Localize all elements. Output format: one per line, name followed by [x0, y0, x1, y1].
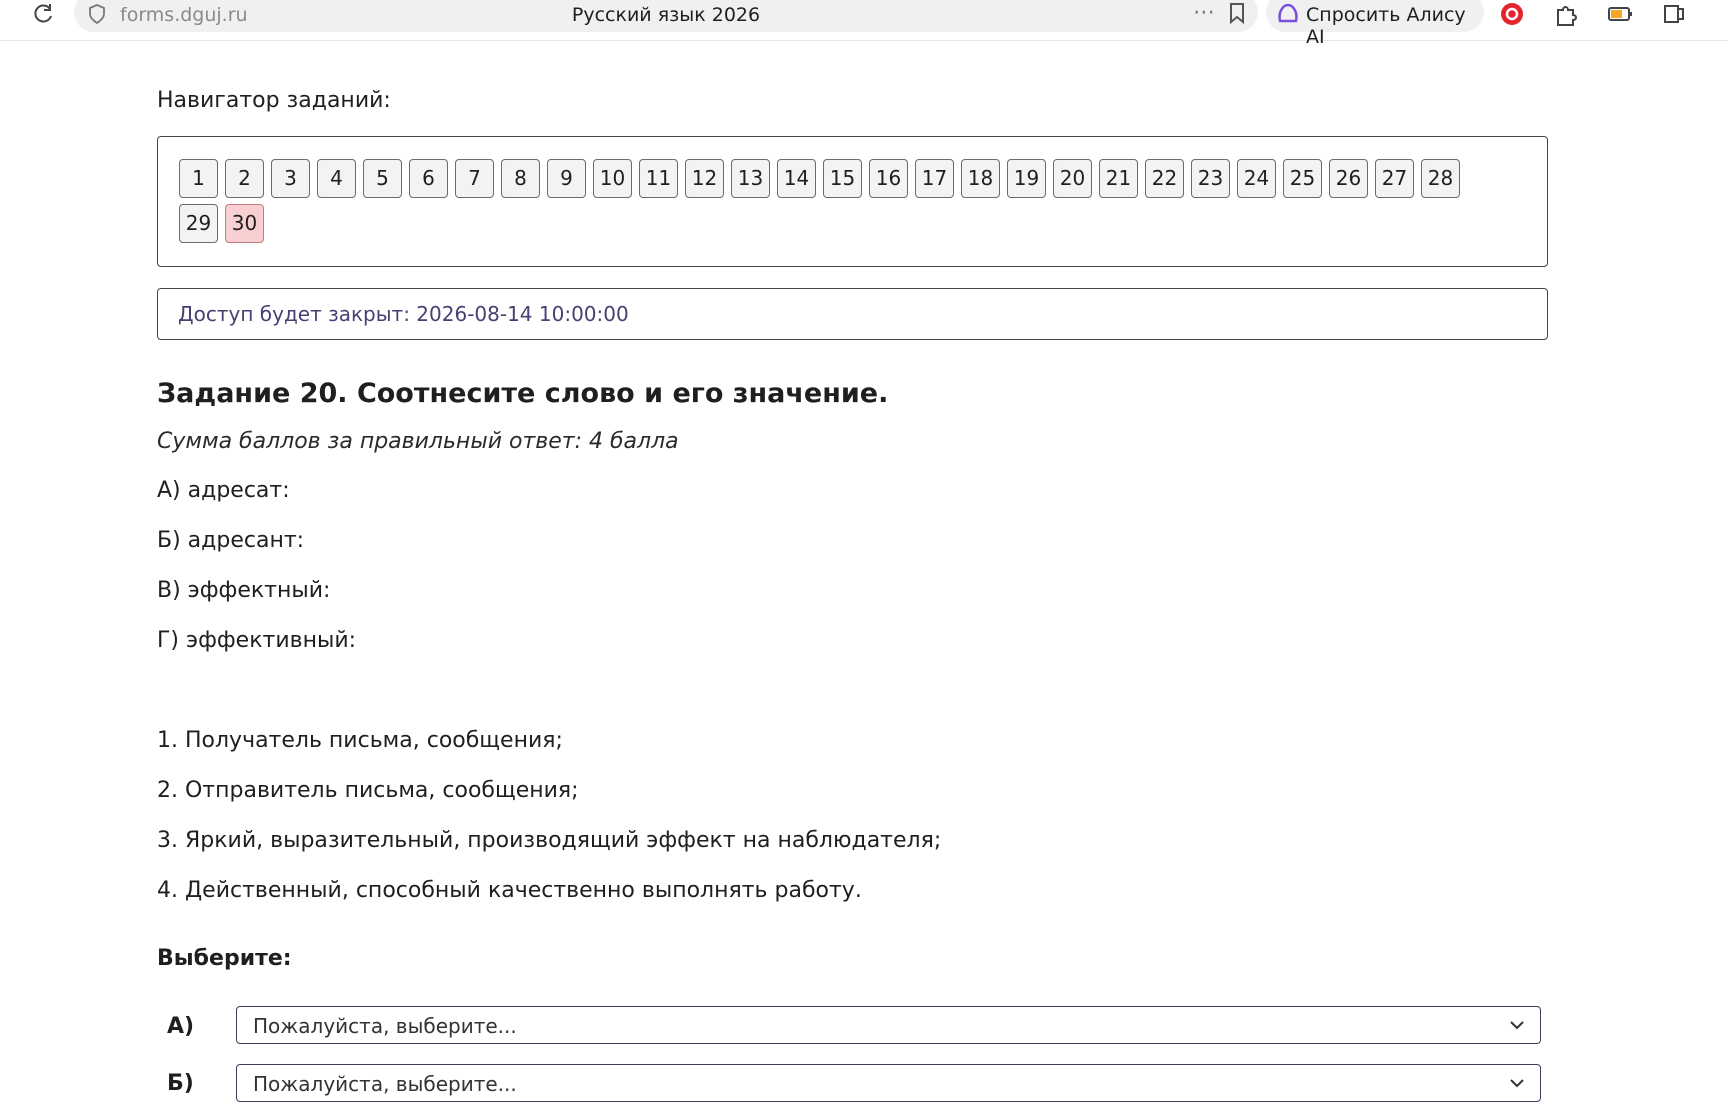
question-button-1[interactable]: 1: [179, 159, 218, 198]
extensions-puzzle-icon[interactable]: [1552, 0, 1580, 28]
question-button-17[interactable]: 17: [915, 159, 954, 198]
word-item: Г) эффективный:: [157, 628, 357, 653]
reload-icon[interactable]: [32, 2, 56, 26]
question-button-21[interactable]: 21: [1099, 159, 1138, 198]
meaning-item: 1. Получатель письма, сообщения;: [157, 728, 563, 753]
question-button-7[interactable]: 7: [455, 159, 494, 198]
question-button-24[interactable]: 24: [1237, 159, 1276, 198]
answer-select-a[interactable]: Пожалуйста, выберите...: [236, 1006, 1541, 1044]
task-title: Задание 20. Соотнесите слово и его значе…: [157, 378, 889, 409]
select-placeholder: Пожалуйста, выберите...: [253, 1014, 517, 1038]
question-button-15[interactable]: 15: [823, 159, 862, 198]
question-button-2[interactable]: 2: [225, 159, 264, 198]
question-button-23[interactable]: 23: [1191, 159, 1230, 198]
chevron-down-icon: [1510, 1079, 1524, 1088]
answer-letter-a: А): [167, 1014, 195, 1039]
meaning-item: 4. Действенный, способный качественно вы…: [157, 878, 862, 903]
question-grid: 1 2 3 4 5 6 7 8 9 10 11 12 13 14 15 16 17 18 19 20 21 22 23 24 2…: [179, 159, 1509, 249]
meaning-item: 2. Отправитель письма, сообщения;: [157, 778, 579, 803]
question-navigator: 1 2 3 4 5 6 7 8 9 10 11 12 13 14 15 16 17 18 19 20 21 22 23 24 2…: [157, 136, 1548, 267]
word-item: В) эффектный:: [157, 578, 331, 603]
access-notice: Доступ будет закрыт: 2026-08-14 10:00:00: [157, 288, 1548, 340]
question-button-8[interactable]: 8: [501, 159, 540, 198]
answer-select-b[interactable]: Пожалуйста, выберите...: [236, 1064, 1541, 1102]
page-title: Русский язык 2026: [571, 4, 761, 26]
question-button-28[interactable]: 28: [1421, 159, 1460, 198]
side-panel-icon[interactable]: [1660, 0, 1688, 28]
access-text: Доступ будет закрыт: 2026-08-14 10:00:00: [178, 302, 629, 326]
address-bar[interactable]: forms.dguj.ru Русский язык 2026 ⋯: [74, 0, 1258, 32]
alice-label: Спросить Алису AI: [1306, 4, 1466, 48]
select-placeholder: Пожалуйста, выберите...: [253, 1072, 517, 1096]
question-button-27[interactable]: 27: [1375, 159, 1414, 198]
alice-icon: [1278, 3, 1298, 23]
meaning-item: 3. Яркий, выразительный, производящий эф…: [157, 828, 942, 853]
more-icon[interactable]: ⋯: [1193, 0, 1216, 25]
navigator-label: Навигатор заданий:: [157, 88, 391, 113]
question-button-12[interactable]: 12: [685, 159, 724, 198]
question-button-20[interactable]: 20: [1053, 159, 1092, 198]
question-button-4[interactable]: 4: [317, 159, 356, 198]
word-item: Б) адресант:: [157, 528, 305, 553]
question-button-10[interactable]: 10: [593, 159, 632, 198]
question-button-18[interactable]: 18: [961, 159, 1000, 198]
chevron-down-icon: [1510, 1021, 1524, 1030]
question-button-11[interactable]: 11: [639, 159, 678, 198]
question-button-3[interactable]: 3: [271, 159, 310, 198]
battery-icon[interactable]: [1606, 0, 1634, 28]
question-button-22[interactable]: 22: [1145, 159, 1184, 198]
task-score: Сумма баллов за правильный ответ: 4 балл…: [157, 429, 679, 454]
browser-toolbar: forms.dguj.ru Русский язык 2026 ⋯ Спроси…: [0, 0, 1728, 48]
extension-red-icon[interactable]: [1498, 0, 1526, 28]
bookmark-icon[interactable]: [1228, 2, 1246, 24]
question-button-25[interactable]: 25: [1283, 159, 1322, 198]
question-button-29[interactable]: 29: [179, 204, 218, 243]
question-button-19[interactable]: 19: [1007, 159, 1046, 198]
alice-button[interactable]: Спросить Алису AI: [1266, 0, 1484, 48]
question-button-26[interactable]: 26: [1329, 159, 1368, 198]
question-button-6[interactable]: 6: [409, 159, 448, 198]
answer-letter-b: Б): [167, 1071, 194, 1096]
question-button-5[interactable]: 5: [363, 159, 402, 198]
question-button-16[interactable]: 16: [869, 159, 908, 198]
question-button-14[interactable]: 14: [777, 159, 816, 198]
question-button-13[interactable]: 13: [731, 159, 770, 198]
word-item: А) адресат:: [157, 478, 290, 503]
question-button-9[interactable]: 9: [547, 159, 586, 198]
question-button-30[interactable]: 30: [225, 204, 264, 243]
choose-label: Выберите:: [157, 946, 292, 971]
